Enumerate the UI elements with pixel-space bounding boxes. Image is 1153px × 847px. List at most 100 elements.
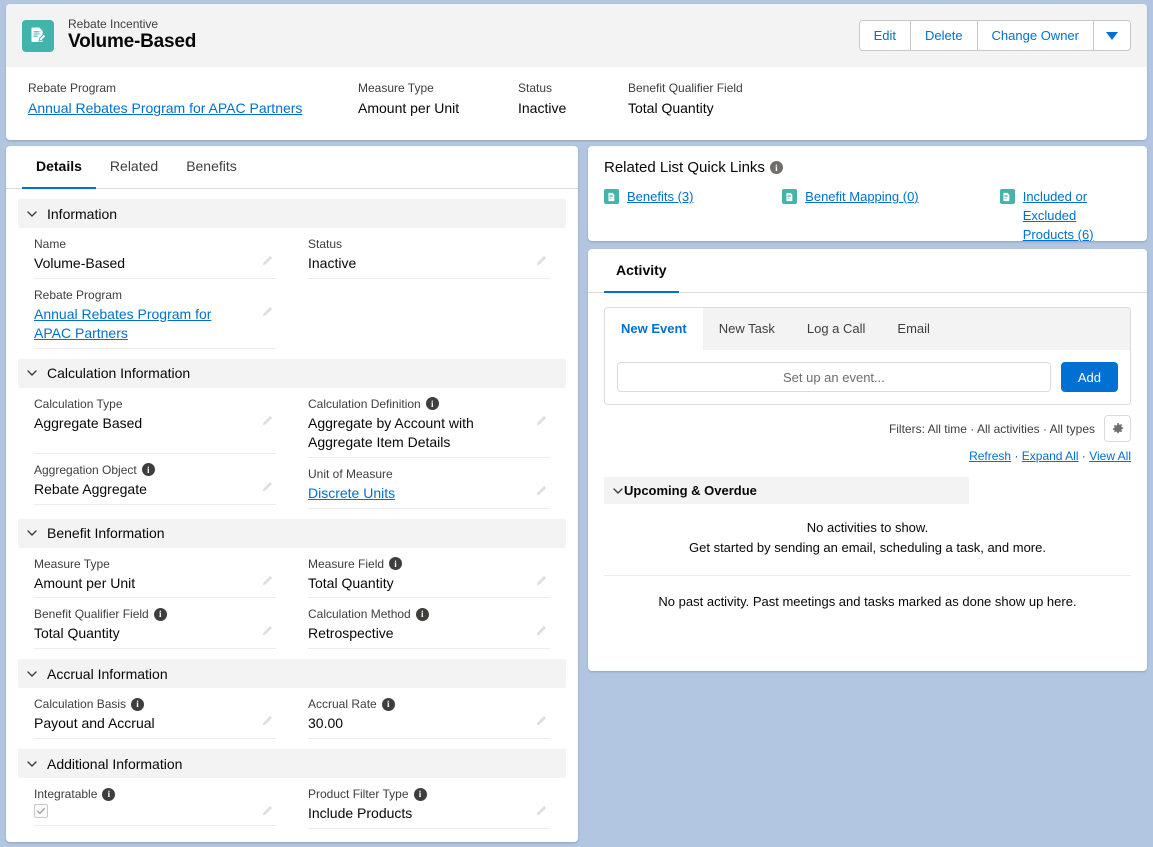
- check-icon: [37, 808, 45, 815]
- more-actions-button[interactable]: [1094, 21, 1130, 50]
- edit-pencil-icon[interactable]: [260, 624, 274, 638]
- field-value: Volume-Based: [34, 255, 126, 271]
- link-separator: ·: [1014, 449, 1019, 463]
- edit-pencil-icon[interactable]: [260, 254, 274, 268]
- divider: [604, 575, 1131, 576]
- edit-pencil-icon[interactable]: [260, 480, 274, 494]
- info-icon[interactable]: i: [425, 397, 439, 411]
- info-icon[interactable]: i: [415, 607, 429, 621]
- field-label: Name: [34, 237, 67, 251]
- edit-pencil-icon[interactable]: [534, 484, 548, 498]
- edit-pencil-icon[interactable]: [260, 714, 274, 728]
- record-actions: Edit Delete Change Owner: [858, 20, 1131, 51]
- field-label: Integratable: [34, 787, 98, 802]
- view-all-link[interactable]: View All: [1089, 449, 1131, 463]
- quick-link-label[interactable]: Benefit Mapping (0): [805, 188, 918, 207]
- field-value: Amount per Unit: [358, 100, 460, 116]
- info-icon[interactable]: i: [389, 557, 403, 571]
- info-icon[interactable]: i: [102, 787, 116, 801]
- highlights-panel: Rebate Incentive Volume-Based Edit Delet…: [6, 4, 1147, 140]
- unit-of-measure-link[interactable]: Discrete Units: [308, 484, 421, 503]
- info-icon[interactable]: i: [769, 161, 783, 174]
- information-fields: Name Volume-Based Rebate Program Annual …: [6, 228, 578, 349]
- section-header-accrual[interactable]: Accrual Information: [18, 659, 566, 689]
- field-value: Total Quantity: [34, 625, 120, 642]
- field-value: Total Quantity: [308, 574, 394, 591]
- field-name: Name Volume-Based: [34, 228, 276, 279]
- integratable-checkbox[interactable]: [34, 804, 48, 819]
- section-header-information[interactable]: Information: [18, 199, 566, 228]
- quick-link-label[interactable]: Benefits (3): [627, 188, 693, 207]
- composer-tab-new-task[interactable]: New Task: [703, 308, 791, 350]
- highlights-fields: Rebate Program Annual Rebates Program fo…: [6, 67, 1147, 127]
- field-label: Calculation Basis: [34, 697, 127, 712]
- chevron-down-icon: [27, 370, 37, 377]
- composer-tab-log-a-call[interactable]: Log a Call: [791, 308, 882, 350]
- section-title: Additional Information: [47, 755, 183, 772]
- edit-pencil-icon[interactable]: [534, 624, 548, 638]
- quick-link-benefit-mapping[interactable]: Benefit Mapping (0): [782, 188, 1000, 245]
- edit-pencil-icon[interactable]: [260, 414, 274, 428]
- section-header-additional[interactable]: Additional Information: [18, 749, 566, 779]
- section-title: Benefit Information: [47, 525, 165, 542]
- info-icon[interactable]: i: [381, 697, 395, 711]
- edit-pencil-icon[interactable]: [534, 714, 548, 728]
- field-label: Rebate Program: [28, 81, 117, 95]
- field-label: Calculation Type: [34, 396, 123, 411]
- edit-pencil-icon[interactable]: [260, 574, 274, 588]
- document-icon: [999, 189, 1015, 204]
- composer-body: Add: [605, 350, 1130, 404]
- edit-pencil-icon[interactable]: [534, 804, 548, 818]
- quick-link-benefits[interactable]: Benefits (3): [604, 188, 782, 245]
- expand-all-link[interactable]: Expand All: [1022, 449, 1079, 463]
- field-label: Status: [308, 237, 343, 251]
- quick-link-included-excluded-products[interactable]: Included or Excluded Products (6): [999, 188, 1131, 245]
- tab-benefits[interactable]: Benefits: [172, 146, 251, 189]
- composer-tab-email[interactable]: Email: [881, 308, 946, 350]
- info-icon[interactable]: i: [413, 787, 427, 801]
- info-icon[interactable]: i: [141, 463, 155, 477]
- activity-settings-button[interactable]: [1104, 415, 1131, 442]
- quick-link-label[interactable]: Included or Excluded Products (6): [1023, 188, 1131, 245]
- benefit-fields: Measure Type Amount per Unit Benefit Qua…: [6, 548, 578, 650]
- edit-pencil-icon[interactable]: [534, 574, 548, 588]
- tab-activity[interactable]: Activity: [604, 249, 679, 293]
- field-value: Aggregate by Account with Aggregate Item…: [308, 414, 474, 450]
- field-status: Status Inactive: [308, 228, 550, 279]
- field-label: Measure Field: [308, 556, 385, 571]
- field-calculation-method: Calculation Method i Retrospective: [308, 598, 550, 650]
- section-header-benefit[interactable]: Benefit Information: [18, 518, 566, 548]
- empty-line-1: No activities to show.: [806, 520, 929, 535]
- field-label: Accrual Rate: [308, 697, 377, 712]
- edit-button[interactable]: Edit: [859, 21, 911, 50]
- composer-tab-new-event[interactable]: New Event: [605, 308, 703, 350]
- activity-filters-row: Filters: All time · All activities · All…: [588, 405, 1147, 442]
- tab-related[interactable]: Related: [96, 146, 172, 189]
- field-value: Retrospective: [308, 625, 394, 642]
- edit-pencil-icon[interactable]: [260, 305, 274, 319]
- refresh-link[interactable]: Refresh: [969, 449, 1011, 463]
- info-icon[interactable]: i: [153, 607, 167, 621]
- highlight-field-benefit-qualifier: Benefit Qualifier Field Total Quantity: [628, 81, 743, 127]
- section-header-calculation[interactable]: Calculation Information: [18, 358, 566, 388]
- field-value: Total Quantity: [628, 100, 714, 116]
- change-owner-button[interactable]: Change Owner: [977, 21, 1094, 50]
- rebate-program-link[interactable]: Annual Rebates Program for APAC Partners: [34, 305, 276, 343]
- info-icon[interactable]: i: [131, 697, 145, 711]
- tab-details[interactable]: Details: [22, 146, 96, 189]
- field-measure-field: Measure Field i Total Quantity: [308, 548, 550, 599]
- edit-pencil-icon[interactable]: [260, 804, 274, 818]
- delete-button[interactable]: Delete: [910, 21, 978, 50]
- rebate-program-link[interactable]: Annual Rebates Program for APAC Partners: [28, 100, 358, 116]
- field-label: Rebate Program: [34, 287, 123, 302]
- section-header-upcoming-overdue[interactable]: Upcoming & Overdue: [604, 477, 969, 504]
- add-button[interactable]: Add: [1060, 362, 1118, 392]
- field-value: Rebate Aggregate: [34, 480, 147, 497]
- header-titles: Rebate Incentive Volume-Based: [68, 17, 196, 54]
- event-input[interactable]: [617, 362, 1051, 392]
- chevron-down-icon: [613, 487, 623, 494]
- edit-pencil-icon[interactable]: [534, 414, 548, 428]
- details-card: Details Related Benefits Information Nam…: [6, 146, 578, 842]
- document-icon: [604, 189, 619, 204]
- edit-pencil-icon[interactable]: [534, 254, 548, 268]
